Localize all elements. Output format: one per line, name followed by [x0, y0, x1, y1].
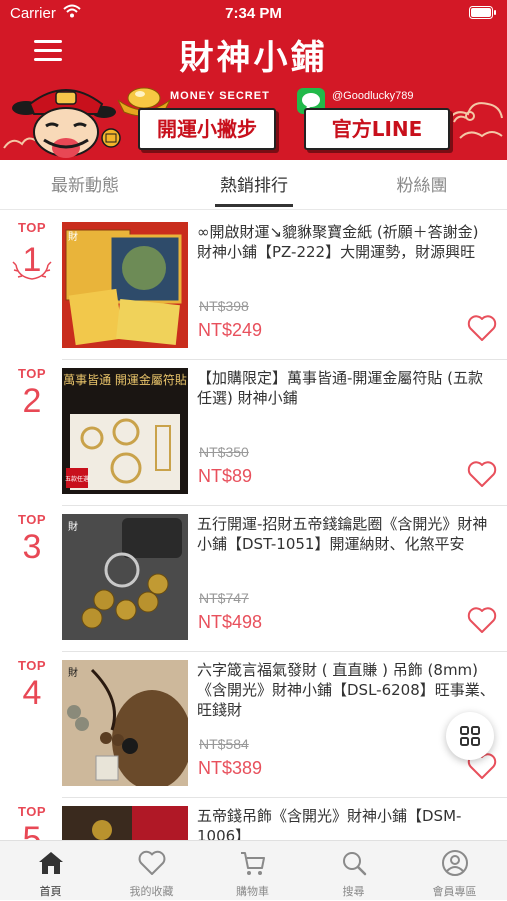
- official-line-button[interactable]: 官方LINE: [304, 108, 450, 150]
- sale-price: NT$249: [198, 320, 263, 340]
- rank-badge: TOP 3: [10, 512, 54, 567]
- cart-icon: [241, 852, 265, 875]
- laurel-icon: 1: [12, 241, 52, 280]
- rank-top-label: TOP: [18, 512, 46, 527]
- bottom-tab-bar: 首頁 我的收藏 購物車 搜尋 會員專區: [0, 840, 507, 900]
- product-image-badge: 五款任選: [65, 475, 89, 483]
- rank-number: 4: [22, 674, 42, 712]
- list-item[interactable]: TOP 2 萬事皆通 開運金屬符貼 五款任選 【加購限定】萬事皆通-開運金屬符貼…: [0, 360, 507, 506]
- product-title[interactable]: 五行開運-招財五帝錢鑰匙圈《含開光》財神小鋪【DST-1051】開運納財、化煞平…: [197, 514, 497, 554]
- sale-price: NT$498: [198, 612, 263, 632]
- tabbar-label: 購物車: [236, 885, 269, 898]
- grid-view-button[interactable]: [446, 712, 494, 760]
- tabbar-member[interactable]: 會員專區: [404, 841, 505, 901]
- tabbar-label: 我的收藏: [129, 885, 174, 898]
- line-handle: @Goodlucky789: [332, 90, 414, 102]
- tabbar-label: 會員專區: [432, 885, 477, 898]
- original-price: NT$747: [199, 590, 249, 606]
- product-image[interactable]: 萬事皆通 開運金屬符貼 五款任選: [62, 368, 188, 494]
- product-image[interactable]: 財: [62, 514, 188, 640]
- rank-badge: TOP 4: [10, 658, 54, 713]
- tab-best-sellers[interactable]: 熱銷排行: [179, 160, 329, 210]
- rank-top-label: TOP: [18, 220, 46, 235]
- tabbar-search[interactable]: 搜尋: [303, 841, 404, 901]
- banner-tagline: MONEY SECRET: [170, 90, 270, 102]
- tab-latest-news[interactable]: 最新動態: [10, 160, 160, 210]
- category-tabs: 最新動態 熱銷排行 粉絲團: [0, 160, 507, 210]
- heart-icon: [138, 850, 166, 875]
- tabbar-favorites[interactable]: 我的收藏: [101, 841, 202, 901]
- product-image[interactable]: 財: [62, 222, 188, 348]
- heart-icon[interactable]: [467, 314, 497, 342]
- sale-price: NT$389: [198, 758, 263, 778]
- svg-text:財: 財: [68, 666, 78, 679]
- tab-fan-page[interactable]: 粉絲團: [347, 160, 497, 210]
- original-price: NT$584: [199, 736, 249, 752]
- search-icon: [343, 852, 367, 876]
- product-title[interactable]: 五帝錢吊飾《含開光》財神小鋪【DSM-1006】: [197, 806, 497, 840]
- product-image[interactable]: [62, 806, 188, 840]
- rank-badge: TOP 5: [10, 804, 54, 840]
- original-price: NT$398: [199, 298, 249, 314]
- tabbar-home[interactable]: 首頁: [0, 841, 101, 901]
- home-icon: [39, 852, 63, 874]
- heart-icon[interactable]: [467, 606, 497, 634]
- battery-icon: [469, 6, 496, 19]
- app-header: Carrier 7:34 PM 財神小鋪 MONEY SECRET 開運小撇步 …: [0, 0, 507, 160]
- rank-number: 1: [23, 241, 42, 279]
- rank-number: 3: [22, 528, 42, 566]
- rank-top-label: TOP: [18, 366, 46, 381]
- rank-number: 5: [22, 820, 42, 840]
- clock: 7:34 PM: [225, 5, 282, 22]
- app-title: 財神小鋪: [179, 38, 328, 78]
- god-of-wealth-mascot: [12, 89, 121, 158]
- svg-text:財: 財: [68, 520, 78, 533]
- tabbar-cart[interactable]: 購物車: [202, 841, 303, 901]
- rank-badge: TOP 2: [10, 366, 54, 421]
- user-icon: [442, 850, 468, 876]
- tabbar-label: 搜尋: [342, 885, 365, 898]
- product-title[interactable]: 六字箴言福氣發財 ( 直直賺 ) 吊飾 (8mm)《含開光》財神小鋪【DSL-6…: [197, 660, 497, 720]
- list-item[interactable]: TOP 4 財 六字箴言福氣發財 ( 直直賺 ) 吊飾 (8mm)《含開光》財神…: [0, 652, 507, 798]
- original-price: NT$350: [199, 444, 249, 460]
- product-image[interactable]: 財: [62, 660, 188, 786]
- best-seller-list: TOP 1 財 ∞開啟財運↘貔貅聚寶金紙 (祈願＋答謝金) 財神小鋪【PZ-22…: [0, 214, 507, 840]
- list-item[interactable]: TOP 3 財 五行開運-招財五帝錢鑰匙圈《含開光》財神小鋪【DST-1051】…: [0, 506, 507, 652]
- status-bar: Carrier 7:34 PM: [0, 0, 507, 28]
- grid-icon: [460, 726, 480, 746]
- product-image-caption: 萬事皆通 開運金屬符貼: [63, 372, 187, 387]
- product-title[interactable]: 【加購限定】萬事皆通-開運金屬符貼 (五款任選) 財神小鋪: [197, 368, 497, 408]
- list-item[interactable]: TOP 1 財 ∞開啟財運↘貔貅聚寶金紙 (祈願＋答謝金) 財神小鋪【PZ-22…: [0, 214, 507, 360]
- sale-price: NT$89: [198, 466, 253, 486]
- svg-text:財: 財: [68, 230, 78, 243]
- rank-top-label: TOP: [18, 658, 46, 673]
- rank-top-label: TOP: [18, 804, 46, 819]
- rank-number: 2: [22, 382, 42, 420]
- rank-badge: TOP 1: [10, 220, 54, 283]
- list-item[interactable]: TOP 5 五帝錢吊飾《含開光》財神小鋪【DSM-1006】: [0, 798, 507, 840]
- product-title[interactable]: ∞開啟財運↘貔貅聚寶金紙 (祈願＋答謝金) 財神小鋪【PZ-222】大開運勢，財…: [197, 222, 497, 262]
- lucky-tips-button[interactable]: 開運小撇步: [138, 108, 276, 150]
- active-tab-indicator: [215, 204, 293, 207]
- heart-icon[interactable]: [467, 460, 497, 488]
- tabbar-label: 首頁: [39, 885, 62, 898]
